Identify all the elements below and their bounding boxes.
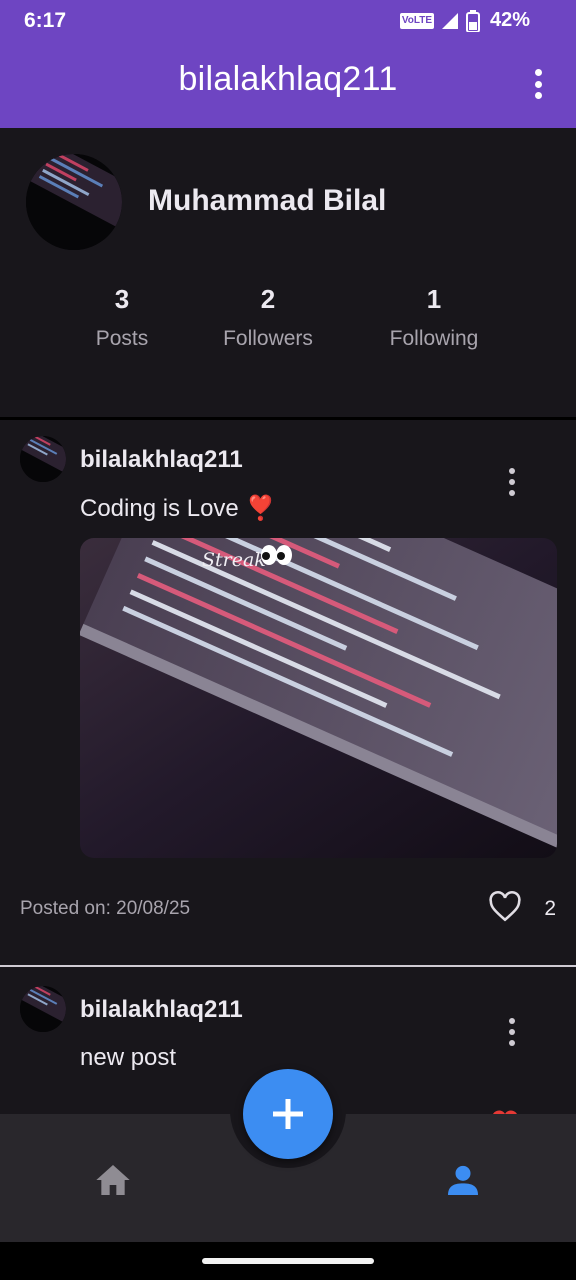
- more-vert-icon: [534, 69, 542, 76]
- post-options-button[interactable]: [506, 468, 518, 496]
- post-text: Coding is Love ❣️: [80, 494, 275, 523]
- plus-icon: [273, 1099, 303, 1129]
- status-icons: VoLTE: [399, 10, 480, 32]
- volte-badge: VoLTE: [399, 13, 434, 29]
- status-time: 6:17: [24, 9, 67, 32]
- post-avatar[interactable]: [20, 436, 66, 482]
- post-username[interactable]: bilalakhlaq211: [80, 446, 243, 474]
- heart-emoji-icon: ❣️: [245, 495, 276, 522]
- post-divider: [0, 965, 576, 967]
- post-avatar[interactable]: [20, 986, 66, 1032]
- post-date: Posted on: 20/08/25: [20, 898, 191, 919]
- stat-posts[interactable]: 3 Posts: [42, 284, 202, 351]
- like-count: 2: [544, 897, 556, 920]
- person-icon[interactable]: [443, 1160, 483, 1200]
- battery-icon: [466, 10, 480, 32]
- system-navigation-bar: [0, 1242, 576, 1280]
- more-vert-icon: [509, 468, 515, 474]
- profile-section: Muhammad Bilal 3 Posts 2 Followers 1 Fol…: [0, 128, 576, 418]
- post-image[interactable]: Streak: [80, 538, 557, 858]
- post-options-button[interactable]: [506, 1018, 518, 1046]
- app-header: 6:17 VoLTE 42% bilalakhlaq211: [0, 0, 576, 128]
- stat-following-label: Following: [389, 327, 479, 350]
- like-heart-icon[interactable]: [488, 890, 522, 924]
- appbar-title: bilalakhlaq211: [178, 60, 398, 98]
- stat-posts-count: 3: [114, 284, 130, 314]
- profile-name: Muhammad Bilal: [148, 184, 387, 217]
- stat-followers-label: Followers: [223, 327, 313, 350]
- stat-followers-count: 2: [260, 284, 276, 314]
- stat-posts-label: Posts: [95, 327, 149, 350]
- profile-avatar[interactable]: [26, 154, 122, 250]
- status-bar: 6:17 VoLTE 42%: [0, 0, 576, 44]
- stat-followers[interactable]: 2 Followers: [188, 284, 348, 351]
- more-options-button[interactable]: [526, 68, 550, 100]
- home-icon[interactable]: [93, 1160, 133, 1200]
- create-post-button[interactable]: [243, 1069, 333, 1159]
- home-indicator[interactable]: [202, 1258, 374, 1264]
- signal-icon: [442, 13, 458, 29]
- battery-percent: 42%: [489, 9, 530, 31]
- post-card: bilalakhlaq211 Coding is Love ❣️ Streak …: [0, 420, 576, 966]
- more-vert-icon: [509, 1018, 515, 1024]
- stat-following[interactable]: 1 Following: [354, 284, 514, 351]
- stat-following-count: 1: [426, 284, 442, 314]
- post-caption: Coding is Love: [80, 495, 246, 522]
- post-caption: new post: [80, 1044, 177, 1071]
- post-username[interactable]: bilalakhlaq211: [80, 996, 243, 1024]
- image-overlay-text: Streak: [202, 549, 266, 571]
